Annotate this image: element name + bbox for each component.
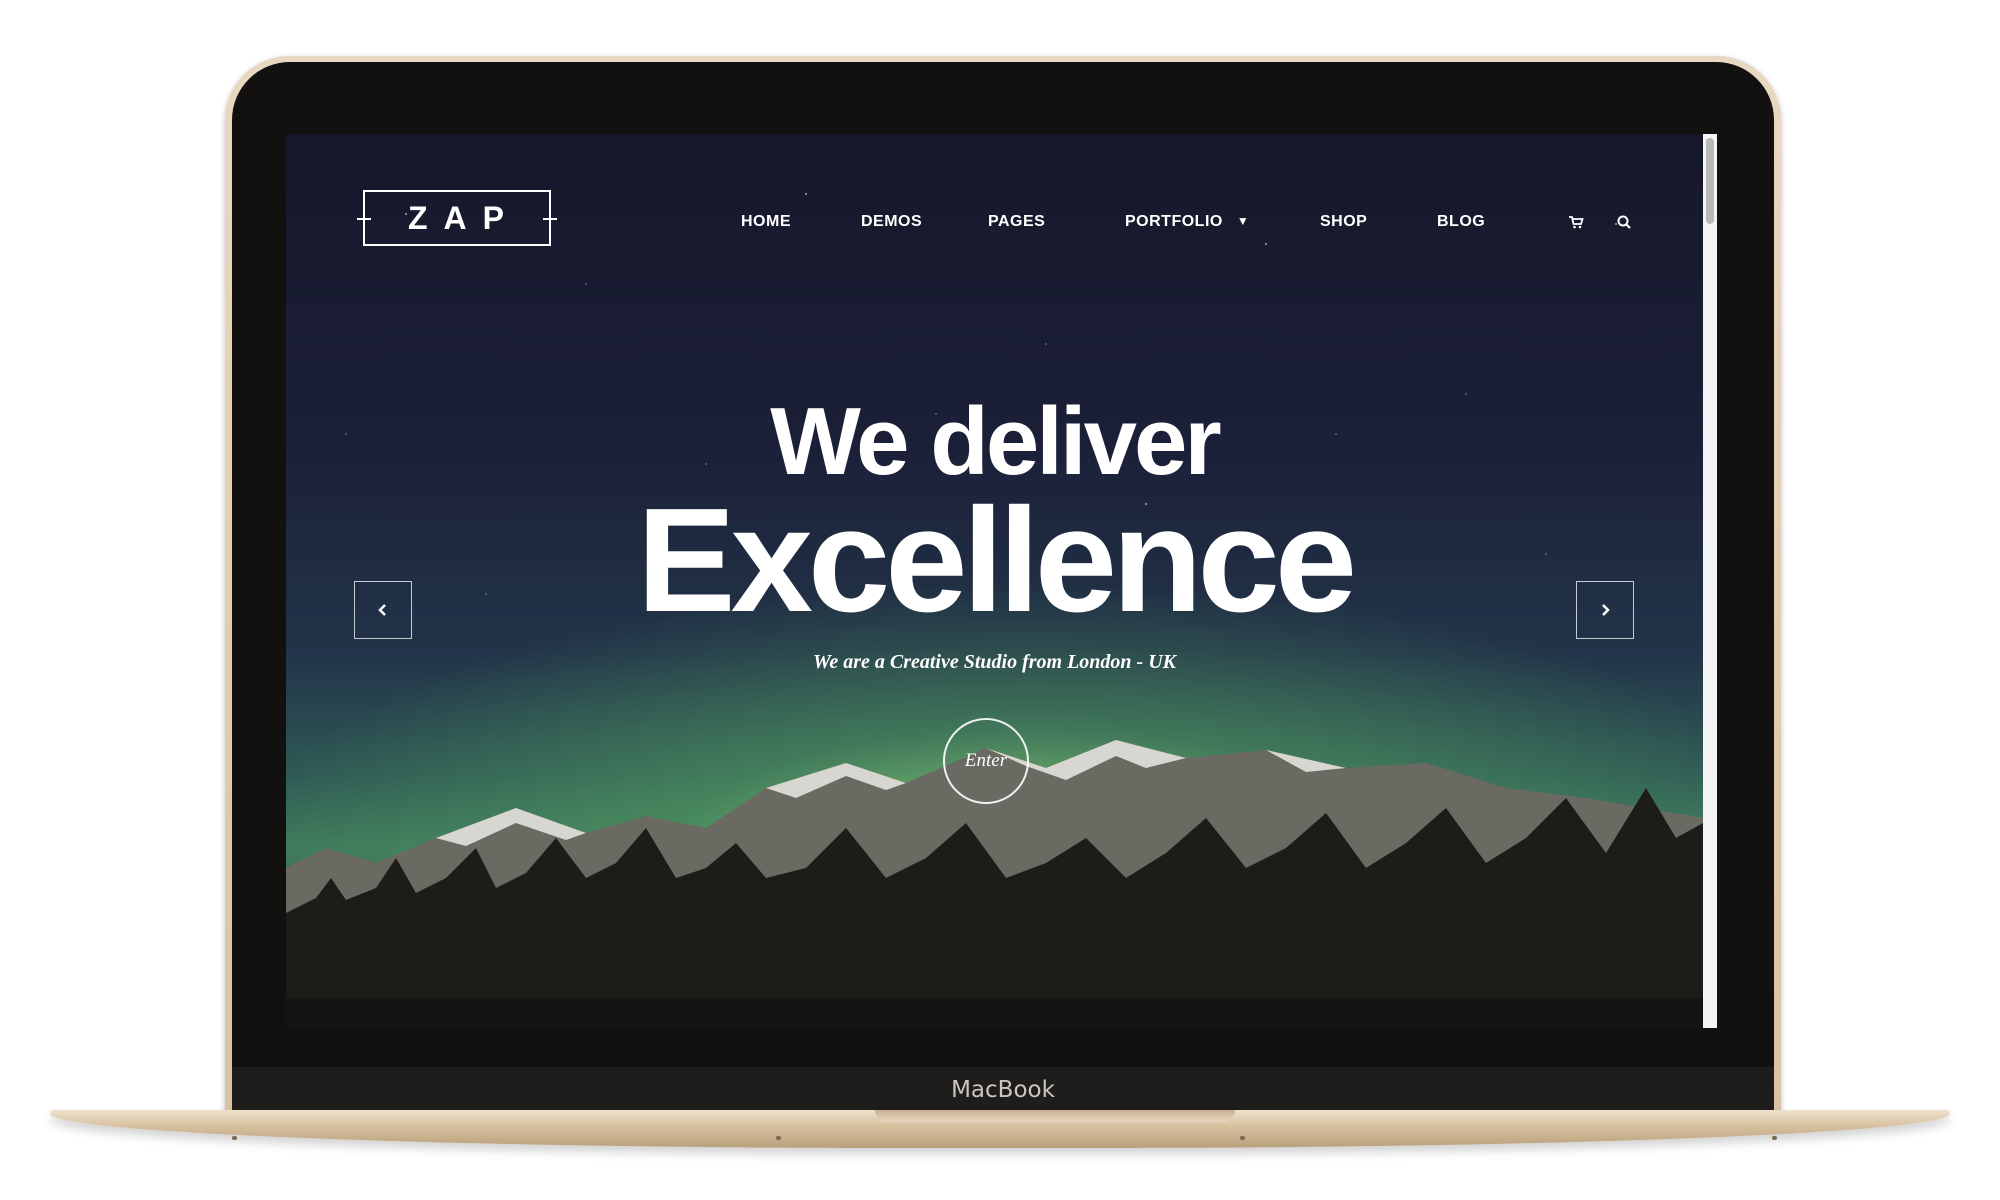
enter-button[interactable]: Enter: [943, 718, 1029, 804]
laptop-foot: [1240, 1136, 1245, 1140]
laptop-chin: MacBook: [232, 1067, 1774, 1111]
laptop-foot: [1772, 1136, 1777, 1140]
chevron-left-icon: [378, 604, 386, 616]
nav-item-shop[interactable]: SHOP: [1320, 213, 1367, 231]
slider-next-button[interactable]: [1576, 581, 1634, 639]
search-icon[interactable]: [1616, 214, 1632, 230]
chevron-down-icon: ▼: [1236, 214, 1250, 228]
browser-viewport: ZAP HOME DEMOS PAGES PORTFOLIO ▼ SHOP BLO…: [286, 134, 1717, 1028]
chevron-right-icon: [1602, 604, 1610, 616]
nav-item-demos[interactable]: DEMOS: [861, 213, 922, 231]
laptop-foot: [232, 1136, 237, 1140]
nav-item-blog[interactable]: BLOG: [1437, 213, 1485, 231]
hero-heading-line1: We deliver: [770, 388, 1221, 495]
cart-icon[interactable]: [1568, 214, 1584, 230]
scrollbar-thumb[interactable]: [1706, 138, 1714, 224]
nav-item-portfolio-label: PORTFOLIO: [1125, 213, 1223, 230]
laptop-hinge-notch: [875, 1110, 1235, 1122]
hero-tagline: We are a Creative Studio from London - U…: [813, 651, 1176, 673]
nav-item-home[interactable]: HOME: [741, 213, 791, 231]
site-logo[interactable]: ZAP: [357, 190, 557, 246]
nav-item-portfolio[interactable]: PORTFOLIO ▼: [1125, 213, 1249, 231]
vertical-scrollbar[interactable]: [1703, 134, 1717, 1028]
nav-item-pages[interactable]: PAGES: [988, 213, 1045, 231]
hero-heading-line2: Excellence: [636, 478, 1357, 643]
slider-prev-button[interactable]: [354, 581, 412, 639]
device-brand-label: MacBook: [951, 1077, 1055, 1103]
laptop-foot: [776, 1136, 781, 1140]
laptop-base: [50, 1110, 1950, 1148]
